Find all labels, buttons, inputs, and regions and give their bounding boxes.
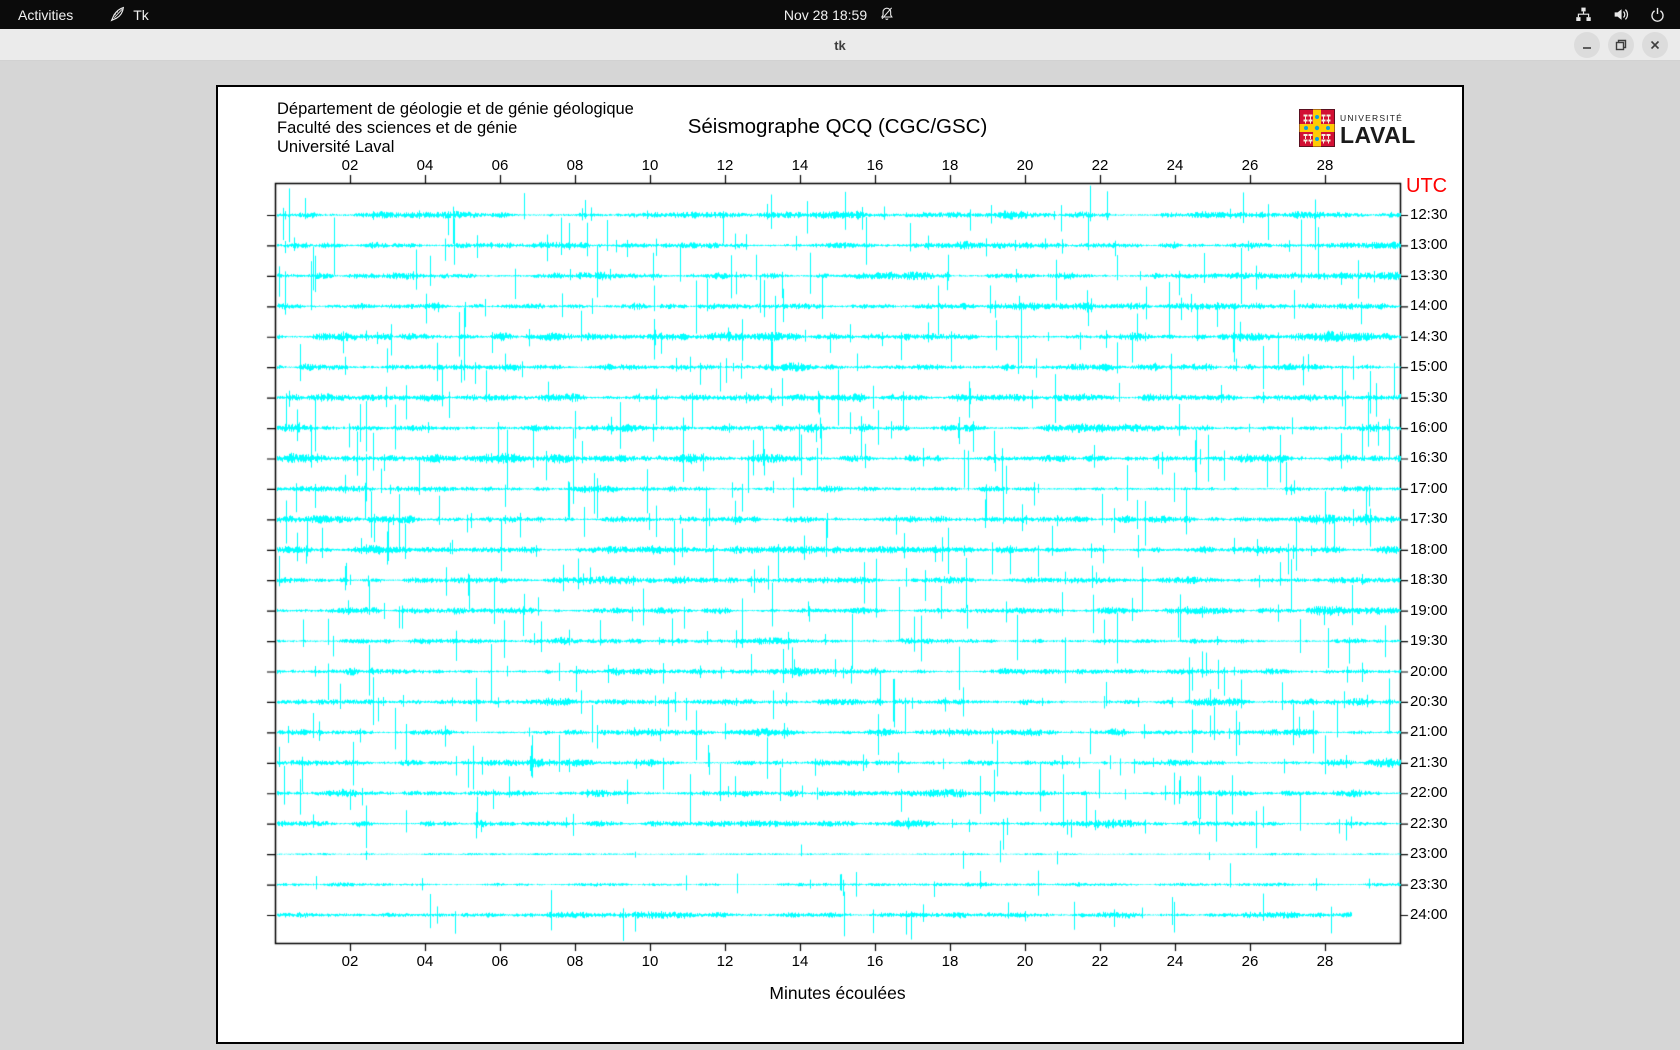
app-menu-label: Tk (133, 6, 149, 23)
volume-icon (1612, 6, 1629, 23)
x-tick-label: 16 (866, 953, 884, 970)
clock-label: Nov 28 18:59 (783, 6, 868, 23)
x-tick-label: 04 (416, 157, 434, 174)
utc-time-label: 22:00 (1410, 784, 1448, 802)
utc-time-label: 16:30 (1410, 449, 1448, 467)
tk-root-window: Département de géologie et de génie géol… (0, 61, 1680, 1050)
utc-time-label: 12:30 (1410, 206, 1448, 223)
x-tick-label: 08 (566, 157, 584, 174)
system-status-area[interactable] (1575, 0, 1666, 29)
utc-time-label: 14:30 (1410, 327, 1448, 345)
seismogram-plot (218, 87, 1462, 1042)
x-tick-label: 10 (641, 953, 659, 970)
network-icon (1575, 6, 1592, 23)
window-titlebar[interactable]: tk (0, 29, 1680, 61)
activities-button[interactable]: Activities (0, 0, 91, 29)
utc-time-label: 19:30 (1410, 632, 1448, 650)
seismograph-canvas-window: Département de géologie et de génie géol… (216, 85, 1464, 1044)
x-tick-label: 08 (566, 953, 584, 970)
utc-time-label: 18:30 (1410, 571, 1448, 589)
x-tick-label: 04 (416, 953, 434, 970)
x-tick-label: 06 (491, 953, 509, 970)
utc-time-label: 22:30 (1410, 814, 1448, 832)
restore-button[interactable] (1608, 32, 1634, 58)
utc-time-label: 15:30 (1410, 388, 1448, 406)
clock-button[interactable]: Nov 28 18:59 (784, 0, 896, 29)
utc-time-label: 24:00 (1410, 906, 1448, 923)
utc-time-label: 17:30 (1410, 510, 1448, 528)
utc-time-label: 14:00 (1410, 297, 1448, 315)
x-tick-label: 02 (341, 953, 359, 970)
x-tick-label: 14 (791, 157, 809, 174)
x-tick-label: 24 (1166, 953, 1184, 970)
window-title: tk (834, 37, 846, 53)
utc-time-label: 16:00 (1410, 419, 1448, 437)
x-tick-label: 14 (791, 953, 809, 970)
x-tick-label: 18 (941, 157, 959, 174)
utc-time-label: 20:30 (1410, 692, 1448, 710)
x-tick-label: 22 (1091, 157, 1109, 174)
x-tick-label: 12 (716, 953, 734, 970)
utc-time-label: 23:00 (1410, 845, 1448, 863)
x-tick-label: 28 (1316, 157, 1334, 174)
utc-time-label: 15:00 (1410, 358, 1448, 376)
x-tick-label: 26 (1241, 157, 1259, 174)
utc-time-label: 23:30 (1410, 875, 1448, 893)
utc-time-label: 21:30 (1410, 753, 1448, 771)
power-icon (1649, 6, 1666, 23)
gnome-top-bar: Activities Tk Nov 28 18:59 (0, 0, 1680, 29)
utc-time-label: 21:00 (1410, 723, 1448, 741)
utc-time-label: 19:00 (1410, 601, 1448, 619)
utc-time-label: 13:00 (1410, 236, 1448, 254)
x-tick-label: 20 (1016, 157, 1034, 174)
x-tick-label: 12 (716, 157, 734, 174)
notifications-disabled-icon (879, 6, 896, 23)
x-tick-label: 18 (941, 953, 959, 970)
x-tick-label: 22 (1091, 953, 1109, 970)
x-tick-label: 02 (341, 157, 359, 174)
utc-time-label: 13:30 (1410, 266, 1448, 284)
app-menu[interactable]: Tk (109, 6, 149, 23)
utc-time-label: 20:00 (1410, 662, 1448, 680)
tk-feather-icon (109, 6, 126, 23)
x-tick-label: 24 (1166, 157, 1184, 174)
x-tick-label: 06 (491, 157, 509, 174)
x-tick-label: 26 (1241, 953, 1259, 970)
x-tick-label: 10 (641, 157, 659, 174)
x-tick-label: 28 (1316, 953, 1334, 970)
x-tick-label: 20 (1016, 953, 1034, 970)
close-button[interactable] (1642, 32, 1668, 58)
utc-time-label: 18:00 (1410, 540, 1448, 558)
x-axis-title: Minutes écoulées (769, 983, 906, 1003)
utc-time-label: 17:00 (1410, 479, 1448, 497)
utc-axis-title: UTC (1406, 175, 1448, 197)
x-tick-label: 16 (866, 157, 884, 174)
minimize-button[interactable] (1574, 32, 1600, 58)
